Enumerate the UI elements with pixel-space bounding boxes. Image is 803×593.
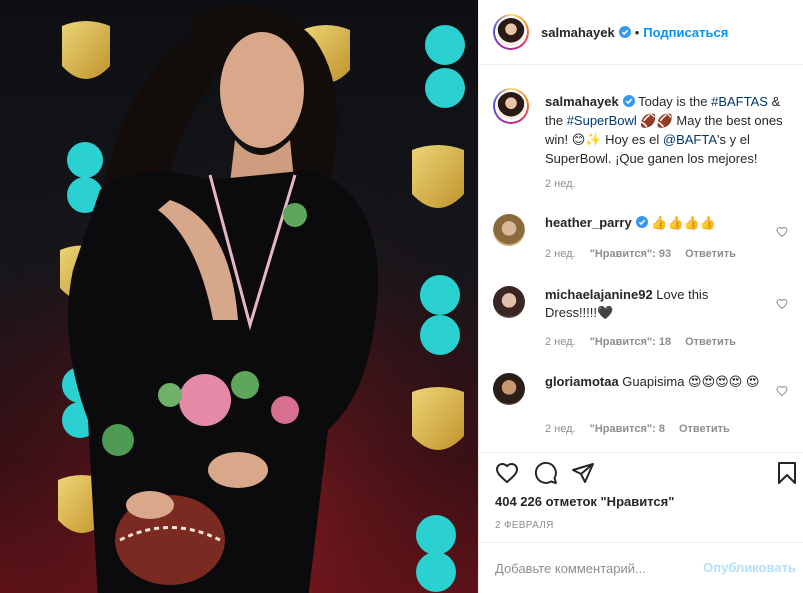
caption-text-part: Today is the [634,94,712,109]
comment-body: 👍👍👍👍 [647,215,717,230]
header-separator: • [634,24,640,40]
post-photo[interactable] [0,0,478,593]
comment-item: michaelajanine92 Love this Dress!!!!!🖤 2… [493,286,793,366]
comment-text: michaelajanine92 Love this Dress!!!!!🖤 [545,286,760,322]
instagram-post-modal: salmahayek • Подписаться salmahayek Toda… [0,0,803,593]
comment-text: gloriamotaa Guapisima 😍😍😍😍 😍 [545,373,760,391]
comment-input[interactable] [495,557,685,579]
post-date[interactable]: 2 ФЕВРАЛЯ [495,520,554,531]
comment-likes[interactable]: "Нравится": 8 [590,423,665,435]
comment-time[interactable]: 2 нед. [545,248,576,260]
comment-meta: 2 нед. "Нравится": 8 Ответить [545,423,730,435]
commenter-username[interactable]: heather_parry [545,215,632,230]
author-username[interactable]: salmahayek [541,25,615,40]
comments-list[interactable]: salmahayek Today is the #BAFTAS & the #S… [479,66,803,452]
verified-badge-icon [618,26,631,38]
comment-item: heather_parry 👍👍👍👍 2 нед. "Нравится": 93 О… [493,214,793,294]
verified-badge-icon [622,95,635,107]
caption-text: salmahayek Today is the #BAFTAS & the #S… [545,92,795,168]
reply-button[interactable]: Ответить [679,423,730,435]
post-comment-button[interactable]: Опубликовать [703,560,796,575]
post-side-panel: salmahayek • Подписаться salmahayek Toda… [478,0,803,593]
comment-meta: 2 нед. "Нравится": 93 Ответить [545,248,736,260]
photo-illustration [0,0,478,593]
heart-icon[interactable] [495,461,519,485]
reply-button[interactable]: Ответить [685,248,736,260]
comment-like-heart-icon[interactable] [776,298,788,310]
hashtag-superbowl-link[interactable]: #SuperBowl [567,113,637,128]
comment-likes[interactable]: "Нравится": 18 [590,336,671,348]
commenter-username[interactable]: gloriamotaa [545,374,619,389]
commenter-avatar[interactable] [493,373,525,405]
comment-time[interactable]: 2 нед. [545,423,576,435]
verified-badge-icon [635,216,648,228]
comment-meta: 2 нед. "Нравится": 18 Ответить [545,336,736,348]
post-actions: 404 226 отметок "Нравится" 2 ФЕВРАЛЯ Опу… [479,452,803,593]
comment-body: Guapisima 😍😍😍😍 😍 [618,374,760,389]
bookmark-icon[interactable] [775,461,799,485]
commenter-username[interactable]: michaelajanine92 [545,287,653,302]
caption-time[interactable]: 2 нед. [545,178,576,190]
caption-username[interactable]: salmahayek [545,94,619,109]
comment-form: Опубликовать [479,542,803,593]
comment-time[interactable]: 2 нед. [545,336,576,348]
author-avatar[interactable] [493,14,529,50]
reply-button[interactable]: Ответить [685,336,736,348]
commenter-avatar[interactable] [493,214,525,246]
commenter-avatar[interactable] [493,286,525,318]
comment-like-heart-icon[interactable] [776,385,788,397]
comment-likes[interactable]: "Нравится": 93 [590,248,671,260]
post-header: salmahayek • Подписаться [479,0,803,65]
comment-text: heather_parry 👍👍👍👍 [545,214,760,232]
comment-item: gloriamotaa Guapisima 😍😍😍😍 😍 2 нед. "Нрав… [493,373,793,452]
comment-like-heart-icon[interactable] [776,226,788,238]
share-icon[interactable] [571,461,595,485]
comment-icon[interactable] [534,461,558,485]
likes-count[interactable]: 404 226 отметок "Нравится" [495,494,674,509]
mention-bafta-link[interactable]: @BAFTA [663,132,717,147]
hashtag-baftas-link[interactable]: #BAFTAS [711,94,768,109]
follow-button[interactable]: Подписаться [643,25,728,40]
caption-author-avatar[interactable] [493,88,529,124]
